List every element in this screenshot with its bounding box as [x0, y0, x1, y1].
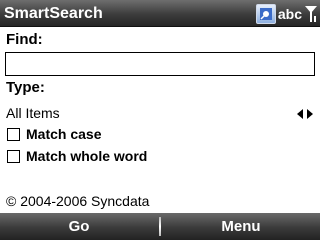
app-title: SmartSearch	[4, 5, 103, 22]
type-label: Type:	[6, 79, 45, 96]
match-whole-word-checkbox[interactable]	[7, 149, 20, 163]
title-bar: SmartSearch abc	[0, 0, 320, 27]
status-icons: abc	[255, 3, 318, 25]
copyright-text: © 2004-2006 Syncdata	[6, 193, 150, 209]
match-case-checkbox[interactable]	[7, 127, 20, 141]
match-whole-word-label: Match whole word	[26, 148, 148, 164]
type-selected-value: All Items	[6, 105, 60, 121]
sync-status-icon[interactable]	[255, 4, 276, 24]
type-select[interactable]: All Items	[0, 104, 320, 124]
find-label: Find:	[6, 31, 43, 48]
softkey-bar: Go Menu	[0, 213, 320, 240]
arrow-right-icon[interactable]	[307, 109, 313, 119]
match-case-row[interactable]: Match case	[7, 125, 101, 143]
menu-softkey[interactable]: Menu	[162, 213, 320, 240]
match-whole-word-row[interactable]: Match whole word	[7, 147, 147, 165]
signal-strength-icon	[305, 6, 317, 22]
find-input[interactable]	[5, 52, 315, 76]
input-mode-label: abc	[277, 6, 302, 22]
match-case-label: Match case	[26, 126, 102, 142]
softkey-divider	[159, 217, 161, 236]
arrow-left-icon[interactable]	[297, 109, 303, 119]
go-softkey[interactable]: Go	[0, 213, 158, 240]
